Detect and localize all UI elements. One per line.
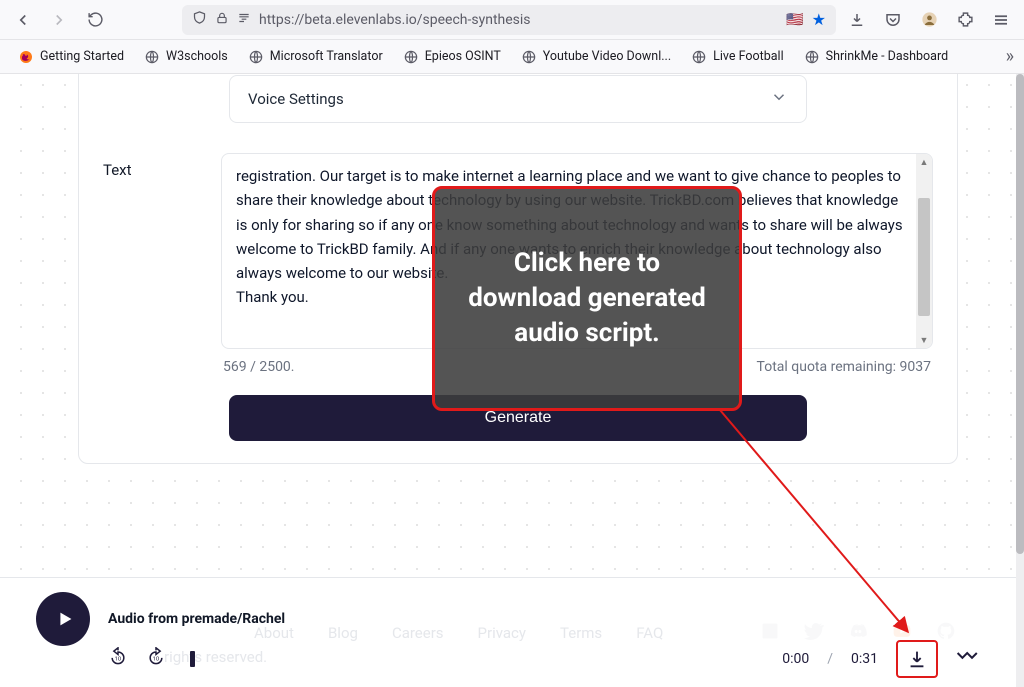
scrollbar-thumb[interactable]	[918, 198, 930, 316]
globe-icon	[691, 49, 707, 65]
bookmark-item[interactable]: ShrinkMe - Dashboard	[796, 45, 956, 69]
play-button[interactable]	[36, 592, 90, 646]
globe-icon	[248, 49, 264, 65]
extensions-button[interactable]	[950, 5, 980, 35]
bookmark-label: W3schools	[166, 49, 228, 64]
globe-icon	[144, 49, 160, 65]
bookmark-label: Live Football	[713, 49, 784, 64]
bookmark-item[interactable]: W3schools	[136, 45, 236, 69]
downloads-button[interactable]	[842, 5, 872, 35]
chevron-down-icon	[770, 88, 788, 110]
flag-icon: 🇺🇸	[786, 12, 803, 28]
svg-text:10: 10	[153, 656, 160, 662]
bookmark-item[interactable]: Microsoft Translator	[240, 45, 391, 69]
menu-button[interactable]	[986, 5, 1016, 35]
progress-handle[interactable]	[190, 651, 195, 667]
textarea-scrollbar[interactable]: ▲ ▼	[916, 154, 932, 348]
voice-settings-label: Voice Settings	[248, 90, 344, 108]
audio-progress[interactable]	[188, 657, 760, 662]
scroll-up-icon[interactable]: ▲	[916, 154, 932, 170]
bookmarks-overflow-button[interactable]: »	[1006, 46, 1014, 67]
bookmark-star-icon[interactable]: ★	[812, 10, 826, 29]
bookmark-item[interactable]: Youtube Video Downl...	[513, 45, 679, 69]
globe-icon	[521, 49, 537, 65]
bookmark-label: ShrinkMe - Dashboard	[826, 49, 948, 64]
rewind-10-button[interactable]: 10	[108, 647, 128, 671]
url-text: https://beta.elevenlabs.io/speech-synthe…	[259, 12, 778, 28]
globe-icon	[804, 49, 820, 65]
bookmark-item[interactable]: Live Football	[683, 45, 792, 69]
page-scrollbar[interactable]	[1016, 74, 1024, 687]
time-total: 0:31	[851, 651, 878, 667]
annotation-callout: Click here to download generated audio s…	[432, 186, 742, 411]
url-bar[interactable]: https://beta.elevenlabs.io/speech-synthe…	[182, 5, 836, 35]
player-more-button[interactable]	[956, 648, 980, 670]
char-counter: 569 / 2500.	[223, 359, 295, 375]
lock-icon	[215, 11, 229, 29]
bookmark-label: Microsoft Translator	[270, 49, 383, 64]
firefox-icon	[18, 49, 34, 65]
account-button[interactable]	[914, 5, 944, 35]
shield-icon	[192, 10, 207, 29]
download-audio-button[interactable]	[896, 640, 938, 678]
bookmark-item[interactable]: Epieos OSINT	[395, 45, 509, 69]
text-section-label: Text	[103, 153, 221, 179]
permissions-icon	[237, 11, 251, 29]
refresh-button[interactable]	[80, 5, 110, 35]
scroll-down-icon[interactable]: ▼	[916, 332, 932, 348]
bookmark-label: Getting Started	[40, 49, 124, 64]
globe-icon	[403, 49, 419, 65]
svg-text:10: 10	[115, 656, 122, 662]
bookmark-label: Youtube Video Downl...	[543, 49, 671, 64]
forward-button[interactable]	[44, 5, 74, 35]
forward-10-button[interactable]: 10	[146, 647, 166, 671]
voice-settings-toggle[interactable]: Voice Settings	[229, 75, 807, 123]
audio-player: Audio from premade/Rachel 10 10 0:00 / 0…	[36, 592, 980, 677]
pocket-button[interactable]	[878, 5, 908, 35]
bookmark-item[interactable]: Getting Started	[10, 45, 132, 69]
time-elapsed: 0:00	[782, 651, 809, 667]
bookmark-label: Epieos OSINT	[425, 49, 501, 64]
scrollbar-thumb[interactable]	[1016, 74, 1024, 554]
back-button[interactable]	[8, 5, 38, 35]
time-sep: /	[827, 651, 833, 667]
callout-text: Click here to download generated audio s…	[457, 246, 717, 351]
quota-remaining: Total quota remaining: 9037	[757, 359, 931, 375]
audio-title: Audio from premade/Rachel	[108, 611, 285, 627]
